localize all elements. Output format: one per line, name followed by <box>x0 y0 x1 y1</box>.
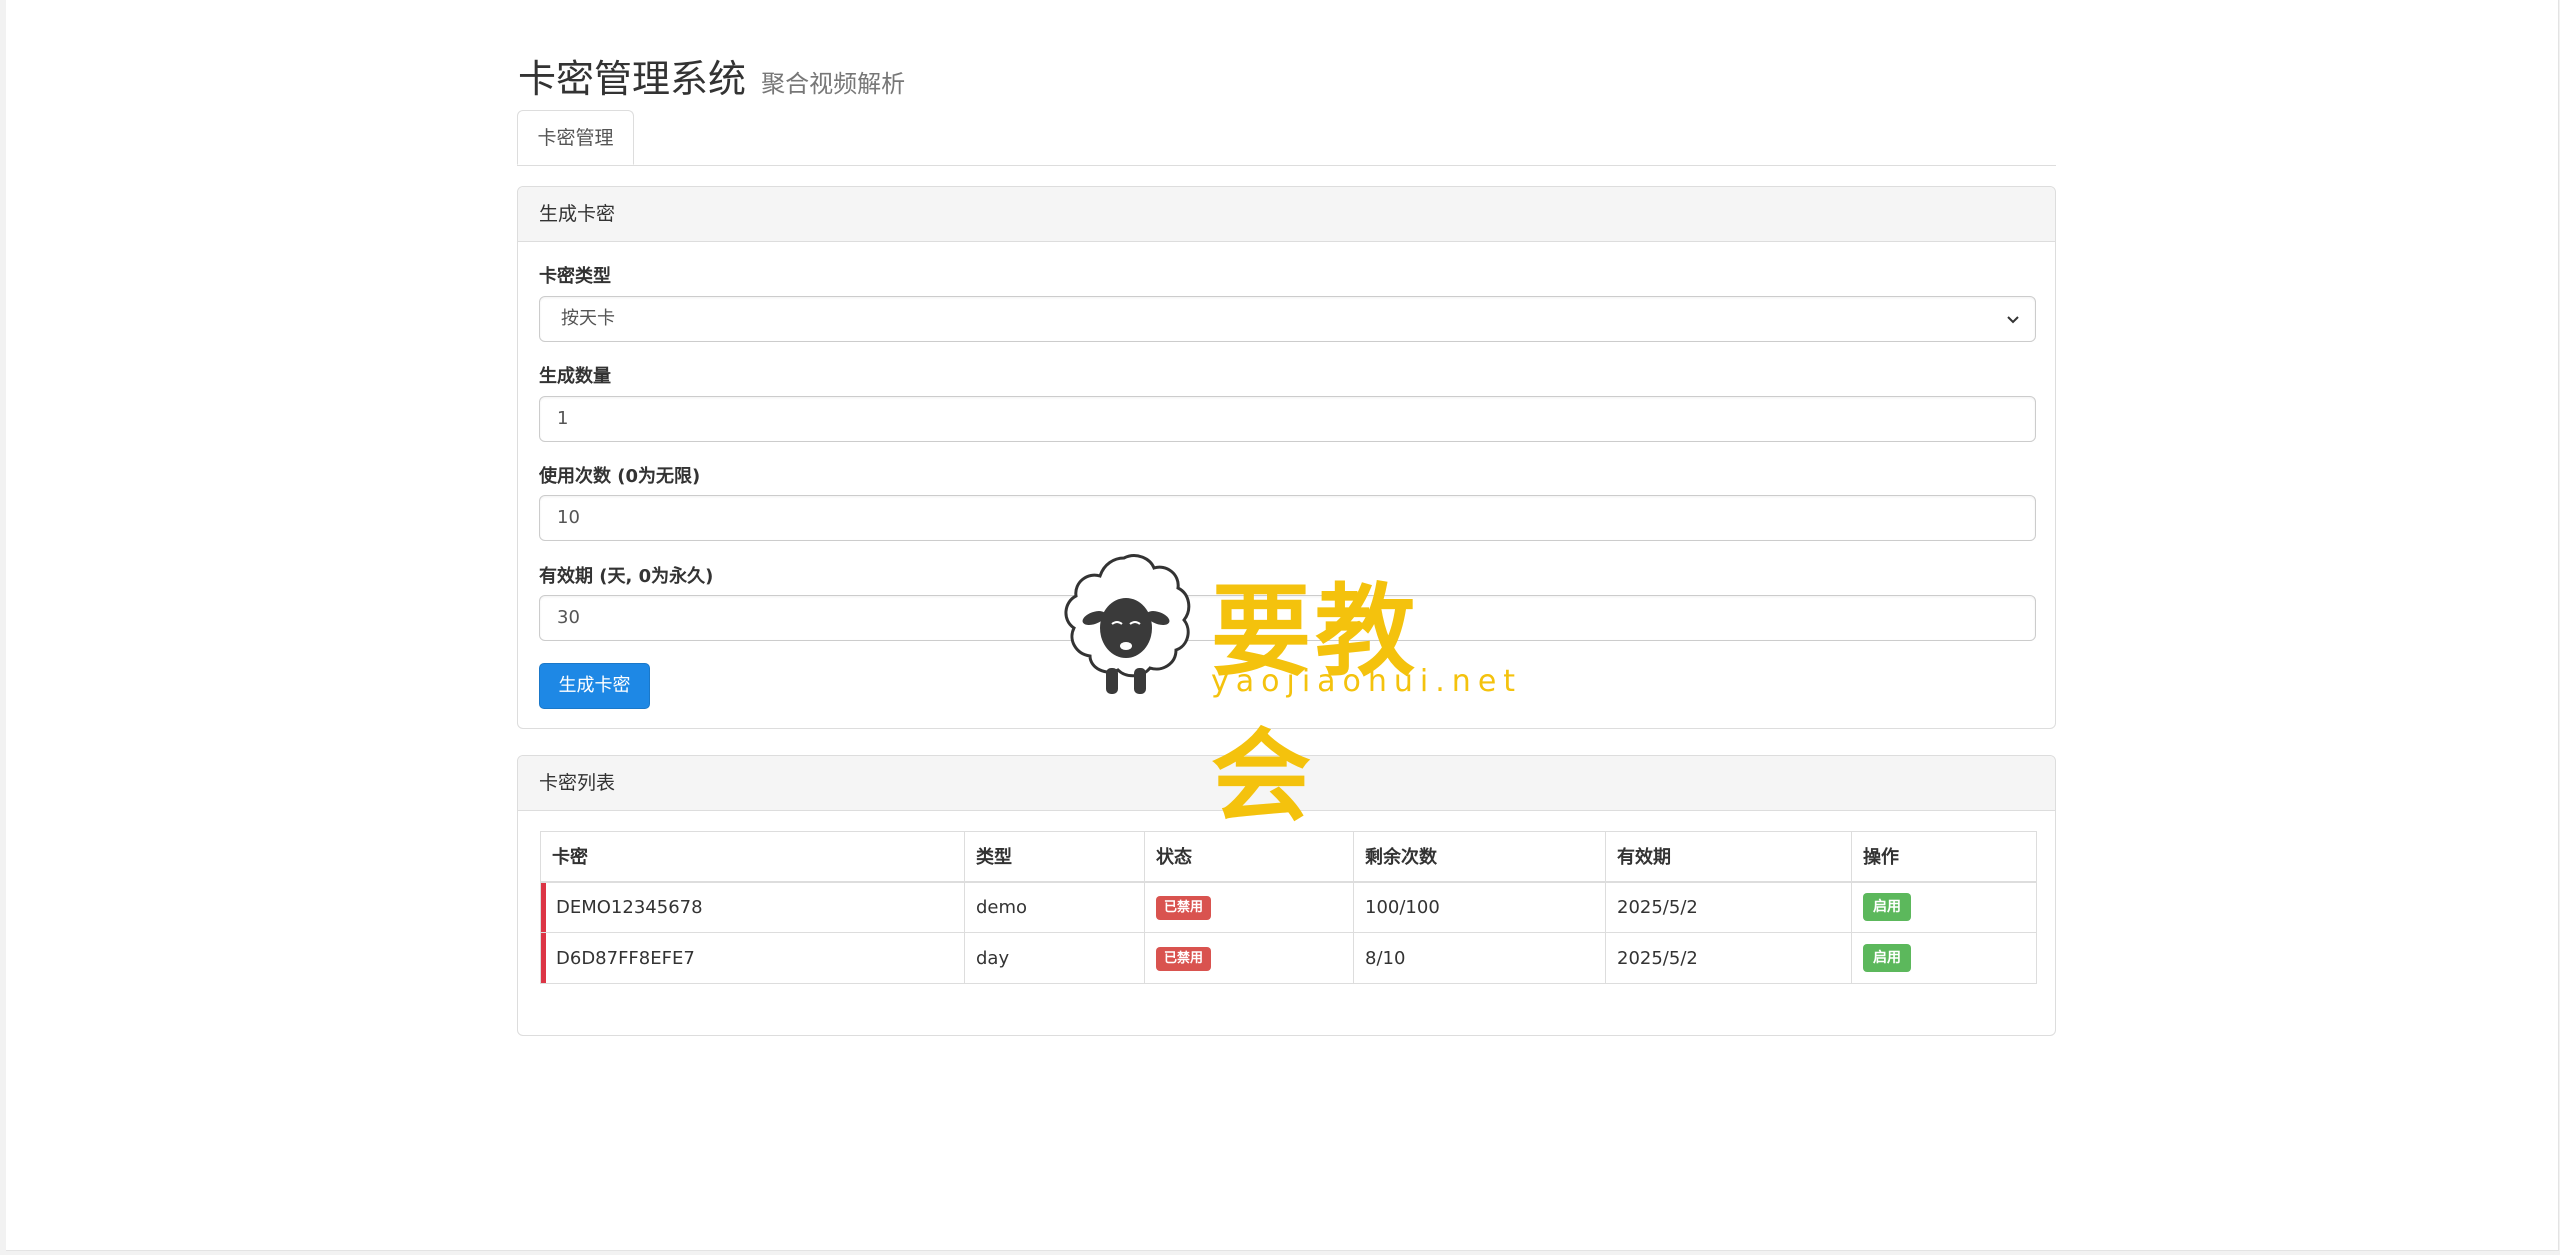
card-code: DEMO12345678 <box>540 881 965 933</box>
page-subtitle: 聚合视频解析 <box>761 70 906 98</box>
column-header-type: 类型 <box>964 831 1145 883</box>
validity-value: 30 <box>557 607 580 628</box>
uses-label: 使用次数 (0为无限) <box>539 466 701 487</box>
card-type-value: 按天卡 <box>561 308 615 329</box>
uses-value: 10 <box>557 507 580 528</box>
generate-panel-heading: 生成卡密 <box>518 187 2055 242</box>
card-table: 卡密 类型 状态 剩余次数 有效期 操作 DEMO12345678 demo 已… <box>540 831 2037 984</box>
tab-bar: 卡密管理 <box>517 110 2056 166</box>
count-value: 1 <box>557 408 569 429</box>
card-code: D6D87FF8EFE7 <box>540 932 965 984</box>
enable-button[interactable]: 启用 <box>1863 893 1911 922</box>
page-header: 卡密管理系统 聚合视频解析 <box>518 48 905 103</box>
validity-label: 有效期 (天, 0为永久) <box>539 566 714 587</box>
card-expires: 2025/5/2 <box>1605 932 1852 984</box>
status-badge: 已禁用 <box>1156 946 1212 971</box>
card-remaining: 8/10 <box>1353 932 1606 984</box>
generate-button[interactable]: 生成卡密 <box>539 663 650 709</box>
watermark: 要教会 yaojiaohui.net <box>1054 550 1515 835</box>
table-row: D6D87FF8EFE7 day 已禁用 8/10 2025/5/2 启用 <box>540 932 2037 984</box>
card-remaining: 100/100 <box>1353 881 1606 933</box>
card-type-label: 卡密类型 <box>539 266 611 287</box>
status-badge: 已禁用 <box>1156 895 1212 920</box>
uses-input[interactable]: 10 <box>539 495 2036 541</box>
page: 卡密管理系统 聚合视频解析 卡密管理 生成卡密 卡密类型 按天卡 生成数量 1 … <box>6 0 2559 1251</box>
card-type-select[interactable]: 按天卡 <box>539 296 2036 342</box>
tab-card-management[interactable]: 卡密管理 <box>517 110 634 165</box>
card-type: day <box>964 932 1145 984</box>
card-type: demo <box>964 881 1145 933</box>
sheep-logo-icon <box>1064 554 1191 694</box>
count-input[interactable]: 1 <box>539 396 2036 442</box>
table-row: DEMO12345678 demo 已禁用 100/100 2025/5/2 启… <box>540 881 2037 933</box>
enable-button[interactable]: 启用 <box>1863 944 1911 972</box>
chevron-down-icon <box>2007 316 2019 324</box>
watermark-url: yaojiaohui.net <box>1211 664 1523 699</box>
column-header-validity: 有效期 <box>1605 831 1852 883</box>
count-label: 生成数量 <box>539 366 611 387</box>
column-header-action: 操作 <box>1851 831 2037 883</box>
card-expires: 2025/5/2 <box>1605 881 1852 933</box>
column-header-code: 卡密 <box>540 831 965 883</box>
page-title: 卡密管理系统 <box>518 57 747 101</box>
